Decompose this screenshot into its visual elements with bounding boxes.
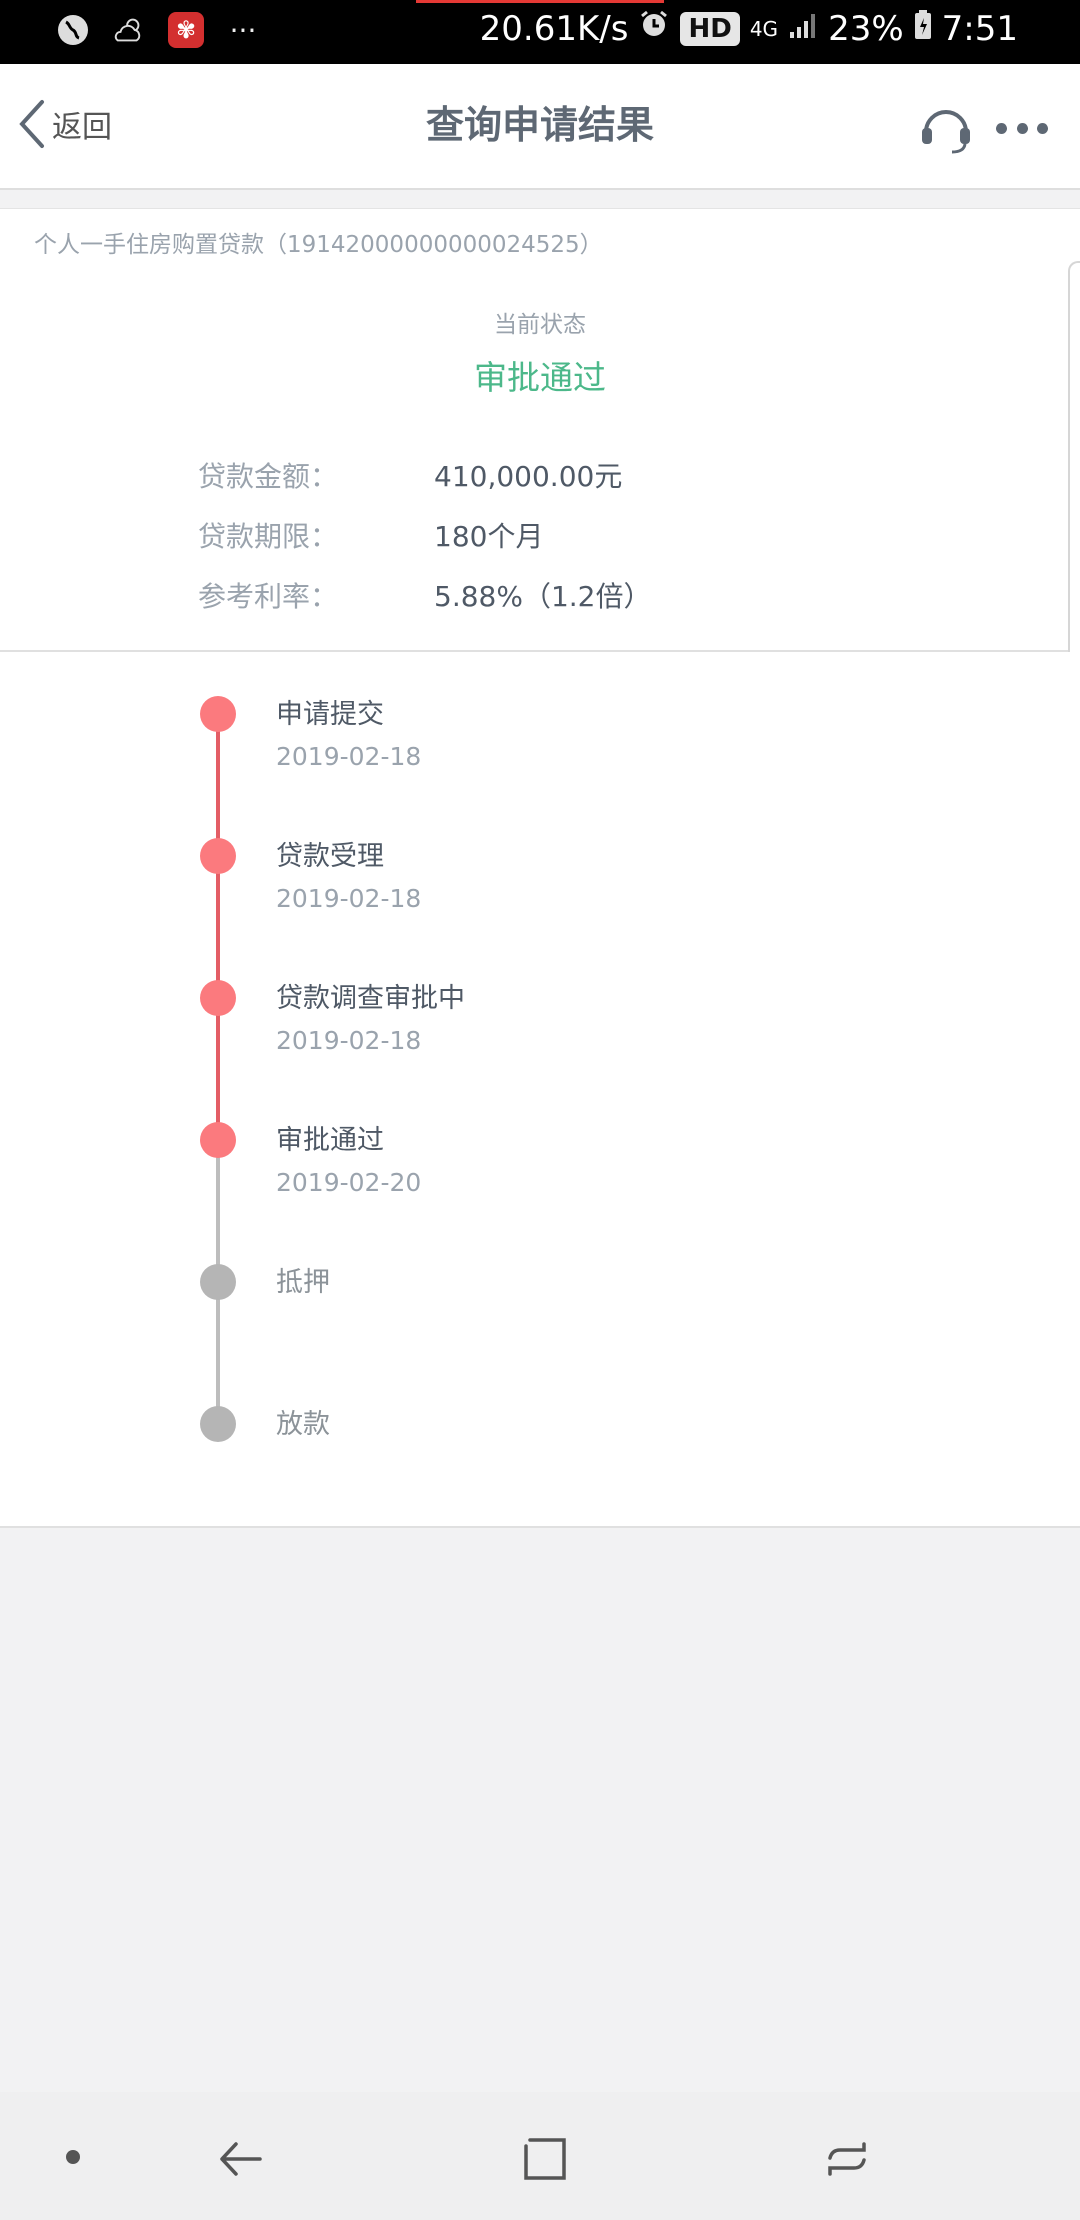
- timeline-step-date: 2019-02-20: [276, 1168, 422, 1197]
- timeline-dot: [200, 1406, 236, 1442]
- assistant-dot[interactable]: [66, 2150, 80, 2164]
- detail-key: 参考利率：: [198, 580, 339, 613]
- timeline-step-label: 申请提交: [276, 699, 384, 730]
- status-right: 20.61K/s HD 4G 23% 7:51: [480, 8, 1018, 49]
- detail-value: 180个月: [434, 520, 544, 553]
- battery-level: 23%: [828, 8, 904, 49]
- timeline-step-date: 2019-02-18: [276, 884, 422, 913]
- home-square-icon[interactable]: [520, 2134, 570, 2184]
- detail-key: 贷款期限：: [198, 520, 339, 553]
- recent-apps-icon[interactable]: [822, 2134, 872, 2184]
- system-navigation-bar: [0, 2092, 1080, 2220]
- clock: 7:51: [941, 8, 1018, 49]
- loan-info-card: 个人一手住房购置贷款（19142000000000024525） 当前状态 审批…: [0, 208, 1080, 715]
- hd-badge: HD: [680, 11, 740, 46]
- timeline-dot: [200, 696, 236, 732]
- timeline-dot: [200, 838, 236, 874]
- status-bar: ✾ ··· 20.61K/s HD 4G 23% 7:51: [0, 0, 1080, 64]
- alarm-icon: [638, 8, 670, 49]
- detail-key: 贷款金额：: [198, 460, 339, 493]
- weather-icon: [112, 13, 146, 47]
- side-drawer-handle[interactable]: [1068, 261, 1080, 715]
- timeline-step-label: 贷款受理: [276, 841, 384, 872]
- timeline-step-label: 放款: [276, 1409, 330, 1440]
- detail-value: 410,000.00元: [434, 460, 623, 493]
- loan-product-name: 个人一手住房购置贷款（19142000000000024525）: [34, 232, 603, 258]
- current-status: 审批通过: [474, 358, 606, 397]
- navigation-bar: 返回 查询申请结果: [0, 64, 1080, 190]
- timeline-line-completed: [216, 714, 220, 1140]
- app-notification-icon: ✾: [168, 12, 204, 48]
- back-arrow-icon[interactable]: [216, 2134, 266, 2184]
- more-menu-icon[interactable]: [996, 120, 1048, 136]
- net-speed: 20.61K/s: [479, 8, 629, 49]
- app-screen: ✾ ··· 20.61K/s HD 4G 23% 7:51 返回 查询申请结果 …: [0, 0, 1080, 2220]
- notification-icons: ✾ ···: [56, 12, 260, 48]
- timeline-step-date: 2019-02-18: [276, 742, 422, 771]
- timeline-step-date: 2019-02-18: [276, 1026, 422, 1055]
- network-type: 4G: [749, 16, 779, 41]
- browser-icon: [56, 13, 90, 47]
- signal-icon: [788, 9, 818, 49]
- timeline-dot: [200, 1122, 236, 1158]
- timeline-step-label: 抵押: [276, 1267, 330, 1298]
- timeline-dot: [200, 980, 236, 1016]
- detail-value: 5.88%（1.2倍）: [434, 580, 652, 613]
- status-caption: 当前状态: [494, 312, 586, 338]
- progress-indicator: [416, 0, 664, 3]
- timeline-step-label: 贷款调查审批中: [276, 983, 465, 1014]
- timeline-step-label: 审批通过: [276, 1125, 384, 1156]
- more-notifications-icon: ···: [229, 13, 257, 47]
- timeline-dot: [200, 1264, 236, 1300]
- progress-timeline: 申请提交 2019-02-18 贷款受理 2019-02-18 贷款调查审批中 …: [0, 652, 1080, 1528]
- battery-icon: [914, 9, 932, 49]
- customer-service-icon[interactable]: [918, 100, 974, 156]
